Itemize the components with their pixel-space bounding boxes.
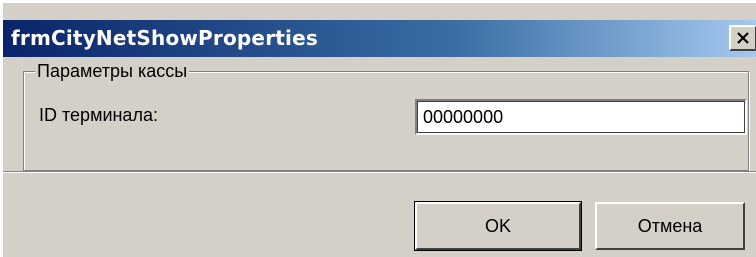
window-title: frmCityNetShowProperties <box>11 26 318 50</box>
dialog-body: Параметры кассы ID терминала: OK Отмена <box>3 57 756 257</box>
ok-button[interactable]: OK <box>414 201 582 251</box>
title-bar[interactable]: frmCityNetShowProperties <box>3 20 756 57</box>
terminal-id-label: ID терминала: <box>39 105 158 125</box>
close-icon <box>737 32 749 44</box>
cancel-button[interactable]: Отмена <box>595 202 745 250</box>
divider <box>3 171 756 173</box>
group-legend: Параметры кассы <box>35 61 190 82</box>
close-button[interactable] <box>729 25 756 51</box>
dialog-window: frmCityNetShowProperties Параметры кассы… <box>0 0 756 257</box>
terminal-id-input[interactable] <box>415 99 747 135</box>
